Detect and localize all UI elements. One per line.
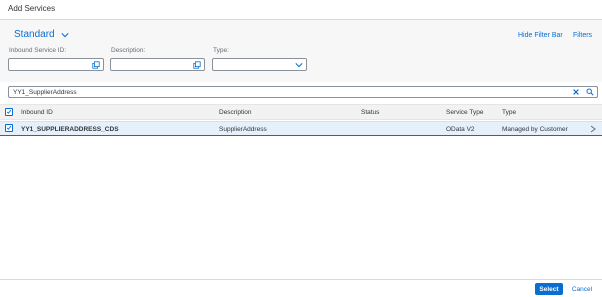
- row-checkbox[interactable]: [5, 124, 13, 132]
- cancel-button[interactable]: Cancel: [568, 283, 596, 295]
- variant-selector[interactable]: Standard: [14, 29, 69, 40]
- chevron-down-icon[interactable]: [295, 61, 303, 69]
- cell-type: Managed by Customer: [502, 126, 568, 133]
- chevron-down-icon: [61, 32, 69, 37]
- description-label: Description:: [111, 47, 146, 54]
- column-header-service-type[interactable]: Service Type: [446, 109, 483, 116]
- select-button[interactable]: Select: [535, 283, 563, 295]
- cell-service-type: OData V2: [446, 126, 475, 133]
- cell-inbound-id: YY1_SUPPLIERADDRESS_CDS: [21, 126, 119, 133]
- type-select[interactable]: [212, 58, 307, 71]
- filter-bar: Standard Hide Filter Bar Filters Inbound…: [0, 20, 602, 82]
- dialog-header: Add Services: [0, 0, 602, 20]
- inbound-service-id-label: Inbound Service ID:: [9, 47, 67, 54]
- description-field[interactable]: [110, 58, 205, 71]
- column-header-inbound-id[interactable]: Inbound ID: [21, 109, 53, 116]
- checkmark-icon: [6, 125, 12, 130]
- column-header-description[interactable]: Description: [219, 109, 252, 116]
- column-header-status[interactable]: Status: [361, 109, 379, 116]
- search-value: YY1_SupplierAddress: [13, 89, 77, 96]
- dialog-title: Add Services: [8, 4, 56, 13]
- cell-description: SupplierAddress: [219, 126, 267, 133]
- dialog-footer: Select Cancel: [0, 279, 602, 297]
- table-row[interactable]: YY1_SUPPLIERADDRESS_CDS SupplierAddress …: [0, 121, 602, 136]
- table-header: Inbound ID Description Status Service Ty…: [0, 104, 602, 120]
- value-help-icon[interactable]: [193, 61, 201, 69]
- inbound-service-id-field[interactable]: [8, 58, 104, 71]
- close-icon[interactable]: [572, 88, 580, 96]
- filters-link[interactable]: Filters: [573, 32, 592, 39]
- value-help-icon[interactable]: [92, 61, 100, 69]
- type-label: Type:: [213, 47, 229, 54]
- chevron-right-icon[interactable]: [590, 125, 596, 133]
- select-all-checkbox[interactable]: [5, 108, 13, 116]
- search-icon[interactable]: [586, 88, 594, 96]
- column-header-type[interactable]: Type: [502, 109, 516, 116]
- hide-filter-bar-link[interactable]: Hide Filter Bar: [518, 32, 563, 39]
- search-input[interactable]: YY1_SupplierAddress: [8, 86, 598, 98]
- checkmark-icon: [6, 109, 12, 114]
- variant-label: Standard: [14, 29, 55, 40]
